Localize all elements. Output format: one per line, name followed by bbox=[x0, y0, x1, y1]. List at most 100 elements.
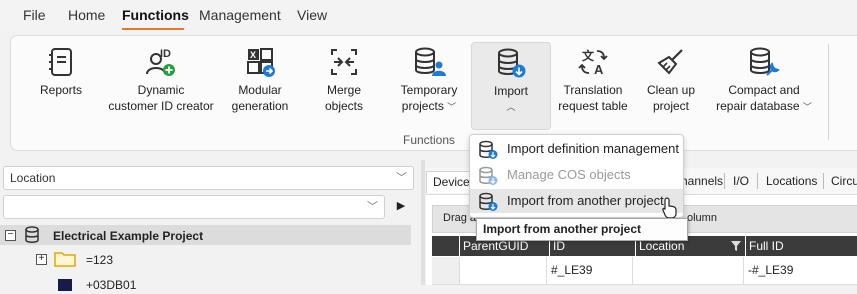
menu-management[interactable]: Management bbox=[199, 7, 281, 23]
tab-channels[interactable]: hannels bbox=[681, 174, 723, 188]
temp-label-1: Temporary bbox=[400, 83, 458, 97]
reports-button[interactable]: Reports bbox=[33, 36, 89, 126]
tree-row-123[interactable]: + =123 bbox=[0, 249, 411, 269]
tree-label: Electrical Example Project bbox=[53, 229, 204, 243]
translation-label-2: request table bbox=[558, 99, 628, 113]
column-header[interactable]: Full ID bbox=[746, 236, 857, 256]
chevron-up-icon: ︿ bbox=[506, 102, 516, 112]
merge-objects-button[interactable]: Merge objects bbox=[319, 36, 369, 126]
cell-value bbox=[633, 263, 636, 277]
import-icon bbox=[479, 140, 498, 159]
import-button[interactable]: Import ︿ bbox=[471, 42, 551, 130]
temporary-projects-icon bbox=[415, 47, 446, 76]
database-icon bbox=[25, 226, 39, 243]
modular-label-1: Modular bbox=[238, 83, 282, 97]
import-icon bbox=[479, 192, 498, 211]
menu-item-manage-cos-objects: Manage COS objects bbox=[470, 163, 683, 187]
menu-bar: File Home Functions Management View bbox=[0, 0, 857, 30]
import-dropdown-menu: Import definition management Manage COS … bbox=[469, 134, 684, 218]
cleanup-label-2: project bbox=[652, 99, 690, 113]
tree-row-03db01[interactable]: +03DB01 bbox=[0, 274, 411, 294]
filter-combo[interactable]: ﹀ bbox=[3, 195, 385, 219]
compact-label-2: repair database bbox=[716, 99, 800, 113]
tab-locations[interactable]: Locations bbox=[766, 174, 817, 188]
row-header-column bbox=[432, 236, 459, 256]
import-icon bbox=[479, 166, 498, 185]
chevron-down-icon: ﹀ bbox=[396, 172, 407, 184]
translation-request-table-button[interactable]: 文 A Translation request table bbox=[557, 36, 629, 126]
play-arrow-icon: ▶ bbox=[396, 200, 406, 212]
svg-text:文: 文 bbox=[582, 48, 595, 63]
menu-functions[interactable]: Functions bbox=[122, 7, 189, 23]
tree-row-project[interactable]: − Electrical Example Project bbox=[0, 225, 411, 245]
temporary-projects-button[interactable]: Temporary projects ﹀ bbox=[391, 36, 467, 126]
cleanup-label-1: Clean up bbox=[646, 83, 696, 97]
panel-splitter[interactable] bbox=[421, 160, 425, 285]
translation-label-1: Translation bbox=[563, 83, 623, 97]
cell-value: #_LE39 bbox=[551, 263, 593, 277]
active-menu-indicator bbox=[122, 28, 184, 30]
compact-repair-database-button[interactable]: Compact and repair database ﹀ bbox=[711, 36, 817, 126]
location-icon bbox=[58, 279, 72, 291]
folder-icon bbox=[54, 252, 76, 267]
tooltip-text: Import from another project bbox=[483, 222, 642, 236]
tab-separator bbox=[724, 173, 725, 189]
table-cell[interactable] bbox=[633, 257, 744, 285]
chevron-down-icon: ﹀ bbox=[367, 201, 378, 213]
mouse-cursor-icon bbox=[662, 197, 677, 219]
table-cell[interactable]: #_LE39 bbox=[547, 257, 633, 285]
merge-label-1: Merge bbox=[326, 83, 361, 97]
svg-text:X: X bbox=[250, 50, 256, 60]
menu-home[interactable]: Home bbox=[68, 7, 105, 23]
nav-arrow-button[interactable]: ▶ bbox=[390, 195, 412, 217]
row-selector[interactable] bbox=[432, 257, 460, 285]
modular-generation-icon: X bbox=[247, 48, 275, 77]
translation-icon: 文 A bbox=[578, 48, 608, 77]
merge-label-2: objects bbox=[324, 99, 364, 113]
table-cell[interactable] bbox=[460, 257, 547, 285]
import-label: Import bbox=[493, 84, 528, 98]
compact-label-1: Compact and bbox=[728, 83, 800, 97]
column-header-label: Full ID bbox=[749, 239, 784, 253]
dynamic-id-label-2: customer ID creator bbox=[108, 99, 214, 113]
location-combo[interactable]: Location ﹀ bbox=[3, 166, 414, 190]
reports-icon bbox=[49, 48, 72, 76]
compact-label-2-row: repair database ﹀ bbox=[711, 98, 817, 115]
dynamic-customer-id-button[interactable]: ID Dynamic customer ID creator bbox=[103, 36, 219, 126]
menu-item-import-from-another-project[interactable]: Import from another project bbox=[470, 189, 683, 213]
menu-item-label: Manage COS objects bbox=[507, 167, 631, 182]
tab-circuits[interactable]: Circu bbox=[831, 174, 857, 188]
ribbon-group-label: Functions bbox=[403, 133, 456, 147]
dynamic-id-label-1: Dynamic bbox=[137, 83, 185, 97]
import-icon bbox=[498, 48, 526, 78]
clean-up-project-button[interactable]: Clean up project bbox=[643, 36, 699, 126]
menu-item-label: Import definition management bbox=[507, 141, 679, 156]
table-cell[interactable]: -#_LE39 bbox=[744, 257, 857, 285]
ribbon-separator bbox=[828, 44, 829, 140]
broom-icon bbox=[657, 49, 683, 75]
collapse-icon[interactable]: − bbox=[5, 230, 16, 241]
column-header-label: ParentGUID bbox=[463, 239, 529, 253]
merge-icon bbox=[331, 49, 357, 75]
modular-label-2: generation bbox=[231, 99, 289, 113]
chevron-down-icon: ﹀ bbox=[447, 102, 457, 112]
menu-item-import-definition-management[interactable]: Import definition management bbox=[470, 137, 683, 161]
tooltip: Import from another project bbox=[476, 218, 688, 241]
menu-view[interactable]: View bbox=[297, 7, 327, 23]
expand-icon[interactable]: + bbox=[36, 254, 47, 265]
menu-item-label: Import from another project bbox=[507, 193, 664, 208]
tree-label: =123 bbox=[86, 253, 114, 267]
location-combo-value: Location bbox=[10, 171, 56, 185]
compact-database-icon bbox=[750, 47, 780, 76]
chevron-down-icon: ﹀ bbox=[802, 102, 812, 112]
menu-file[interactable]: File bbox=[23, 7, 46, 23]
cell-value: -#_LE39 bbox=[748, 263, 794, 277]
column-header-label: Location bbox=[639, 239, 685, 253]
tab-io[interactable]: I/O bbox=[733, 174, 749, 188]
reports-label: Reports bbox=[39, 83, 83, 97]
filter-icon[interactable] bbox=[731, 241, 741, 251]
temp-label-2: projects bbox=[401, 99, 444, 113]
modular-generation-button[interactable]: X Modular generation bbox=[229, 36, 291, 126]
svg-text:A: A bbox=[594, 62, 604, 77]
tab-separator bbox=[823, 173, 824, 189]
